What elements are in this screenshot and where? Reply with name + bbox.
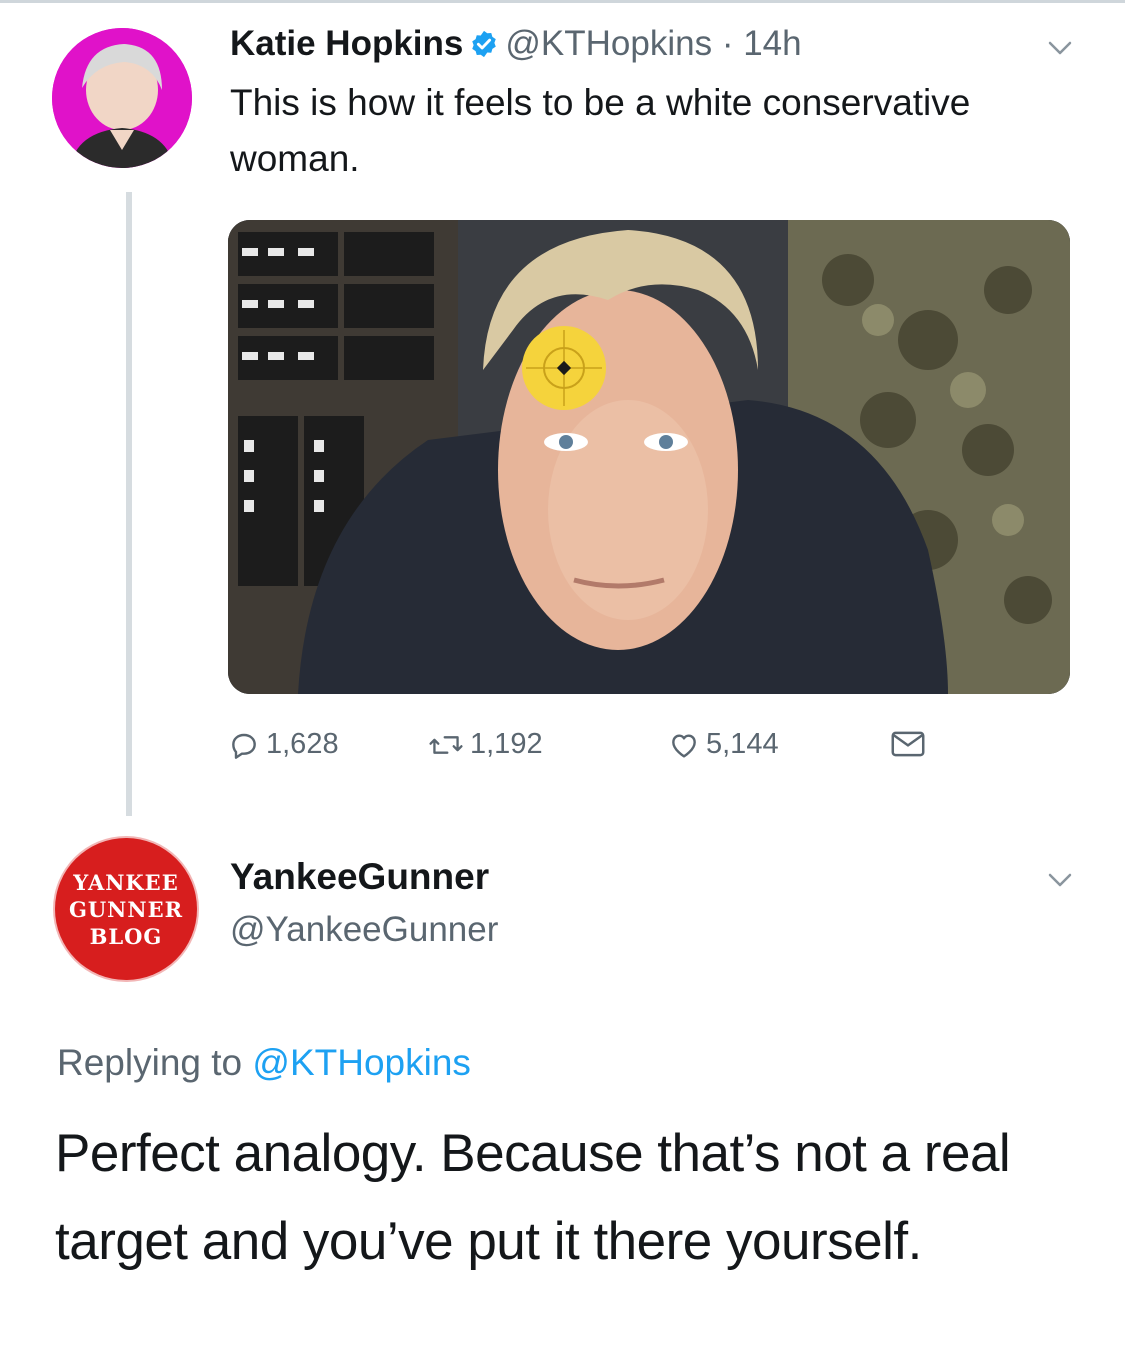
- avatar-katie-hopkins[interactable]: [52, 28, 192, 168]
- retweet-count: 1,192: [470, 728, 543, 760]
- envelope-icon: [891, 731, 925, 757]
- tweet-text: This is how it feels to be a white conse…: [230, 82, 971, 179]
- chevron-down-icon[interactable]: [1047, 38, 1073, 58]
- tweet-header: Katie Hopkins @KTHopkins · 14h: [230, 22, 802, 70]
- reply-author-handle[interactable]: @YankeeGunner: [230, 910, 498, 950]
- retweet-icon: [429, 735, 463, 754]
- avatar-portrait: [52, 28, 192, 168]
- reply-icon: [232, 733, 256, 759]
- author-name[interactable]: Katie Hopkins: [230, 24, 463, 63]
- reply-author-name[interactable]: YankeeGunner: [230, 856, 489, 898]
- tweet-photo[interactable]: [228, 220, 1070, 694]
- avatar-logo-line: GUNNER: [68, 896, 184, 922]
- direct-message-button[interactable]: [890, 728, 932, 760]
- replying-to-line: Replying to @KTHopkins: [57, 1042, 471, 1084]
- top-divider: [0, 0, 1125, 3]
- retweet-button[interactable]: 1,192: [428, 728, 543, 761]
- avatar-logo-line: YANKEE: [73, 869, 179, 895]
- thread-connector-line: [126, 192, 132, 816]
- tweet-timestamp[interactable]: 14h: [743, 24, 801, 63]
- like-count: 5,144: [706, 728, 779, 760]
- like-button[interactable]: 5,144: [668, 728, 779, 761]
- header-separator: ·: [721, 24, 734, 63]
- photo-illustration: [228, 220, 1070, 694]
- replying-to-mention[interactable]: @KTHopkins: [252, 1042, 471, 1083]
- author-handle[interactable]: @KTHopkins: [505, 24, 712, 63]
- reply-button[interactable]: 1,628: [228, 728, 339, 761]
- avatar-logo-line: BLOG: [89, 923, 163, 949]
- replying-to-label: Replying to: [57, 1042, 243, 1083]
- tweet-action-bar: 1,628 1,192 5,144: [228, 728, 988, 772]
- reply-count: 1,628: [266, 728, 339, 760]
- verified-badge-icon: [469, 26, 499, 70]
- heart-icon: [672, 733, 696, 758]
- avatar-yankee-gunner-blog[interactable]: YANKEE GUNNER BLOG: [55, 838, 197, 980]
- chevron-down-icon[interactable]: [1047, 870, 1073, 890]
- reply-text: Perfect analogy. Because that’s not a re…: [55, 1124, 1011, 1271]
